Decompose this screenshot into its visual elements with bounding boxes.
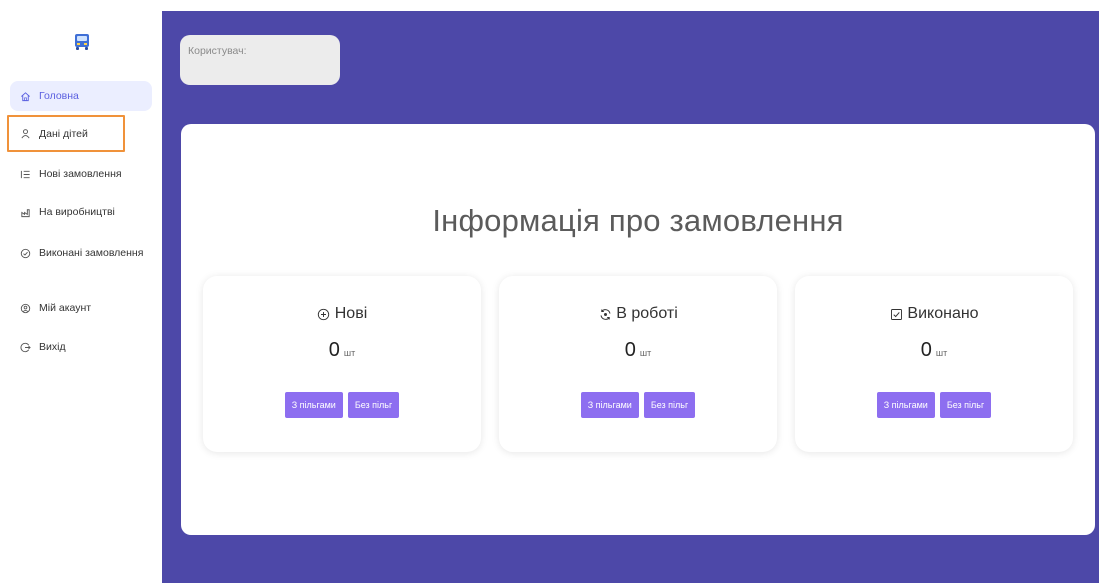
checkbox-icon [889,307,903,321]
card-title-label: В роботі [616,305,678,322]
user-icon [19,128,31,140]
sidebar-item-new-orders[interactable]: Нові замовлення [10,159,152,189]
card-buttons: З пільгами Без пільг [203,392,481,418]
sidebar-item-in-production[interactable]: На виробництві [10,197,152,227]
card-count: 0 шт [203,339,481,362]
card-buttons: З пільгами Без пільг [795,392,1073,418]
card-title: Виконано [795,305,1073,323]
user-info-box: Користувач: [180,35,340,85]
with-benefits-button[interactable]: З пільгами [284,392,343,418]
without-benefits-button[interactable]: Без пільг [939,392,992,418]
sidebar-item-label: Головна [39,90,79,102]
list-icon [19,168,31,180]
card-title-label: Нові [334,305,368,322]
without-benefits-button[interactable]: Без пільг [347,392,400,418]
without-benefits-button[interactable]: Без пільг [643,392,696,418]
count-value: 0 [624,339,636,361]
card-title: В роботі [499,305,777,323]
sidebar-item-logout[interactable]: Вихід [10,332,152,362]
home-icon [19,90,31,102]
sidebar-item-completed-orders[interactable]: Виконані замовлення [10,238,152,268]
sidebar-item-label: Нові замовлення [39,168,122,180]
with-benefits-button[interactable]: З пільгами [876,392,935,418]
sidebar-item-home[interactable]: Головна [10,81,152,111]
sidebar: Головна Дані дітей Нові замовлення На ви… [0,0,162,583]
page-title: Інформація про замовлення [432,203,844,238]
sidebar-item-label: На виробництві [39,206,115,218]
in-progress-icon [598,307,612,321]
check-circle-icon [19,247,31,259]
sidebar-item-my-account[interactable]: Мій акаунт [10,293,152,323]
card-buttons: З пільгами Без пільг [499,392,777,418]
plus-circle-icon [317,307,331,321]
count-value: 0 [920,339,932,361]
sidebar-item-label: Виконані замовлення [39,247,144,259]
card-count: 0 шт [499,339,777,362]
card-in-progress: В роботі 0 шт З пільгами Без пільг [499,276,777,452]
count-unit: шт [639,348,652,358]
card-title-label: Виконано [907,305,979,322]
orders-panel: Інформація про замовлення Нові 0 шт З піл… [181,124,1095,535]
card-completed: Виконано 0 шт З пільгами Без пільг [795,276,1073,452]
sidebar-item-children-data[interactable]: Дані дітей [7,115,125,152]
count-unit: шт [935,348,948,358]
logout-icon [19,341,31,353]
count-unit: шт [343,348,356,358]
sidebar-item-label: Дані дітей [39,127,88,140]
account-icon [19,302,31,314]
count-value: 0 [328,339,340,361]
sidebar-item-label: Мій акаунт [39,302,92,314]
bus-icon[interactable] [74,33,90,51]
main-area: Користувач: Інформація про замовлення Но… [162,11,1099,583]
card-title: Нові [203,305,481,323]
card-new-orders: Нові 0 шт З пільгами Без пільг [203,276,481,452]
card-count: 0 шт [795,339,1073,362]
app: Головна Дані дітей Нові замовлення На ви… [0,0,1099,583]
factory-icon [19,206,31,218]
with-benefits-button[interactable]: З пільгами [580,392,639,418]
sidebar-item-label: Вихід [39,341,66,353]
user-label: Користувач: [188,45,247,57]
